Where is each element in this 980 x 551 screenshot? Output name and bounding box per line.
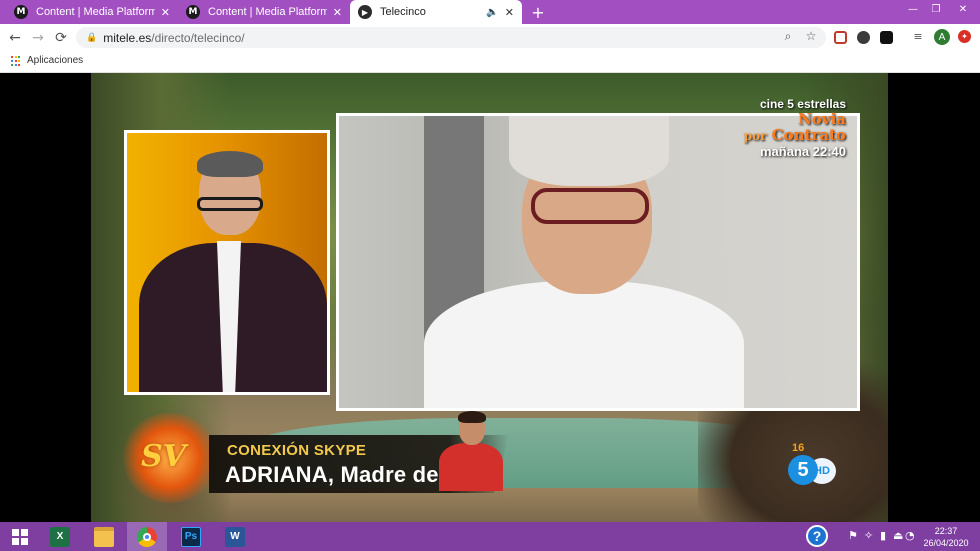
speaker-icon[interactable]: 🔈 xyxy=(486,7,498,18)
download-extension-icon[interactable] xyxy=(857,31,870,44)
dropbox-icon[interactable]: ✧ xyxy=(864,529,873,542)
bookmark-star-icon[interactable]: ☆ xyxy=(801,26,821,46)
taskbar-file-explorer[interactable] xyxy=(84,522,124,551)
reading-list-icon[interactable]: ≡ xyxy=(908,26,928,46)
media-platform-favicon-icon: M xyxy=(186,5,200,19)
promo-time: mañana 22:40 xyxy=(760,144,846,159)
lock-icon[interactable]: 🔒 xyxy=(86,33,97,43)
channel-logo: 16 HD 5 xyxy=(788,442,836,489)
promo-title-word3: Contrato xyxy=(771,126,846,144)
clock-time: 22:37 xyxy=(934,526,958,536)
guest-hair xyxy=(509,116,669,186)
guest-shirt xyxy=(424,281,744,408)
new-tab-button[interactable]: + xyxy=(528,2,548,22)
lower-third-line1: CONEXIÓN SKYPE xyxy=(227,442,367,459)
close-icon[interactable]: ✕ xyxy=(505,6,514,19)
tab-telecinco[interactable]: ▶ Telecinco 🔈 ✕ xyxy=(350,0,522,24)
forward-button[interactable]: → xyxy=(28,28,48,48)
windows-logo-icon xyxy=(12,528,28,545)
mask-extension-icon[interactable] xyxy=(880,31,893,44)
presenter-hair xyxy=(197,151,263,177)
start-button[interactable] xyxy=(0,522,40,551)
taskbar-chrome[interactable] xyxy=(127,522,167,551)
browser-toolbar: ← → ⟳ 🔒 mitele.es/directo/telecinco/ ⌕ ☆… xyxy=(0,24,980,51)
guest-glasses xyxy=(531,188,649,224)
apps-grid-icon[interactable] xyxy=(11,56,21,66)
promo-title-word2: por xyxy=(743,129,767,143)
channel-number: 5 xyxy=(788,455,818,485)
presenter-window xyxy=(124,130,330,395)
play-favicon-icon: ▶ xyxy=(358,5,372,19)
video-player[interactable]: cine 5 estrellas Novia por Contrato maña… xyxy=(91,73,888,522)
tab-title: Telecinco xyxy=(380,6,426,18)
photoshop-icon: Ps xyxy=(181,526,201,547)
help-icon[interactable]: ? xyxy=(806,525,828,547)
system-clock[interactable]: 22:37 26/04/2020 xyxy=(920,525,972,549)
taskbar: X Ps W ? ⚑ ✧ ▮ ⏏ ◔ 22:37 26/04/2020 xyxy=(0,522,980,551)
tab-content-media-platform-1[interactable]: M Content | Media Platform ✕ xyxy=(6,0,178,24)
tab-strip: M Content | Media Platform ✕ M Content |… xyxy=(0,0,980,24)
promo-line1: cine 5 estrellas xyxy=(759,97,846,111)
media-platform-favicon-icon: M xyxy=(14,5,28,19)
taskbar-photoshop[interactable]: Ps xyxy=(171,522,211,551)
address-path: /directo/telecinco/ xyxy=(151,30,245,45)
presenter-glasses xyxy=(197,197,263,211)
usb-icon[interactable]: ⏏ xyxy=(893,529,903,542)
restore-button[interactable]: ❐ xyxy=(925,0,947,18)
close-icon[interactable]: ✕ xyxy=(161,6,170,19)
back-button[interactable]: ← xyxy=(5,28,25,48)
network-warning-icon[interactable]: ⚑ xyxy=(848,529,858,542)
contestant-photo xyxy=(433,411,509,493)
clock-date: 26/04/2020 xyxy=(923,538,969,548)
reload-button[interactable]: ⟳ xyxy=(51,28,71,48)
battery-icon[interactable]: ▮ xyxy=(880,529,886,542)
address-domain: mitele.es xyxy=(103,30,152,45)
taskbar-excel[interactable]: X xyxy=(40,522,80,551)
contestant-hair xyxy=(458,411,486,423)
age-rating-badge: 16 xyxy=(792,442,805,454)
tab-content-media-platform-2[interactable]: M Content | Media Platform ✕ xyxy=(178,0,350,24)
avatar[interactable]: A xyxy=(934,29,950,45)
zoom-search-icon[interactable]: ⌕ xyxy=(778,26,798,46)
contestant-shirt xyxy=(439,443,503,491)
show-logo-text: SV xyxy=(141,439,186,474)
bookmark-apps-label[interactable]: Aplicaciones xyxy=(27,55,83,66)
red-extension-icon[interactable]: ✦ xyxy=(958,30,971,43)
taskbar-word[interactable]: W xyxy=(215,522,255,551)
excel-icon: X xyxy=(50,526,70,547)
close-window-button[interactable]: ✕ xyxy=(952,0,974,18)
wifi-icon[interactable]: ◔ xyxy=(905,529,915,542)
movie-promo: cine 5 estrellas Novia por Contrato maña… xyxy=(744,97,846,159)
folder-icon xyxy=(94,526,114,547)
close-icon[interactable]: ✕ xyxy=(333,6,342,19)
minimize-button[interactable]: — xyxy=(902,0,924,18)
address-bar[interactable]: 🔒 mitele.es/directo/telecinco/ xyxy=(76,27,826,48)
chrome-icon xyxy=(137,526,157,547)
tab-title: Content | Media Platform xyxy=(208,6,327,18)
bookmarks-bar: Aplicaciones xyxy=(0,51,980,73)
tab-title: Content | Media Platform xyxy=(36,6,155,18)
promo-title: Novia por Contrato xyxy=(744,111,846,144)
word-icon: W xyxy=(225,526,245,547)
pocket-extension-icon[interactable] xyxy=(834,31,847,44)
